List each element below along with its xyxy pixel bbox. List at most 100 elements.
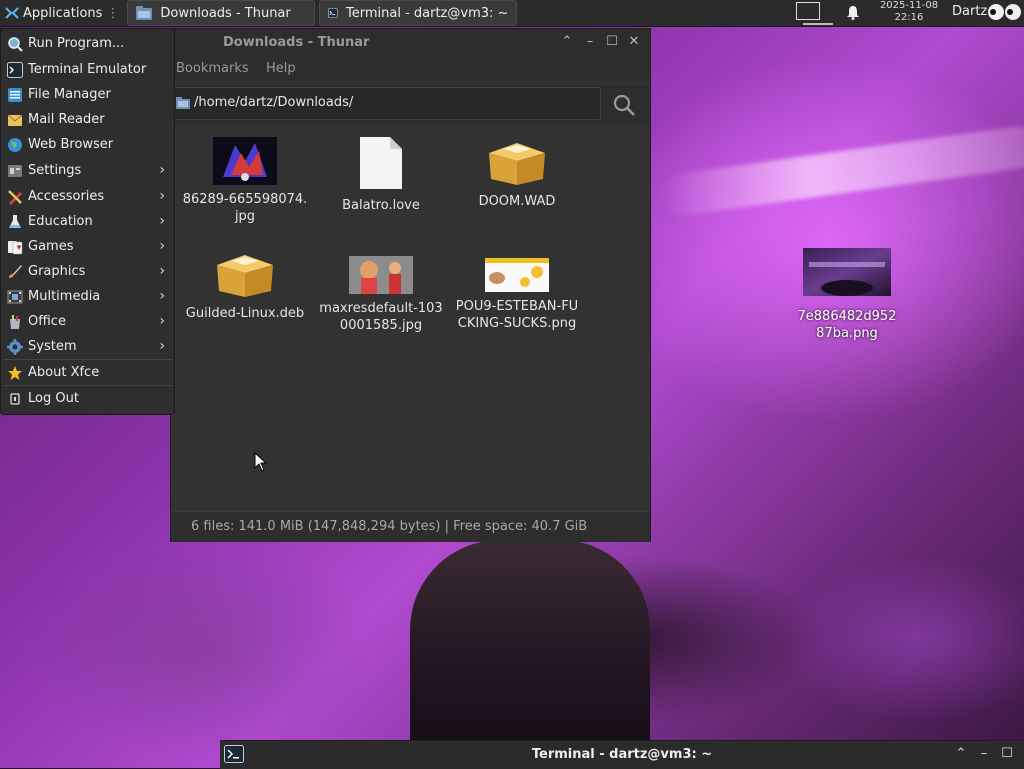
menu-item-label: File Manager xyxy=(28,87,111,102)
mail-icon xyxy=(7,114,23,126)
window-titlebar[interactable]: Downloads - Thunar ⌃ – ☐ ✕ xyxy=(171,29,650,57)
accessories-icon xyxy=(8,189,22,205)
menu-item-file-manager[interactable]: File Manager xyxy=(1,82,174,107)
close-button[interactable]: ✕ xyxy=(626,34,642,50)
menu-item-label: Settings xyxy=(28,163,82,178)
gear-icon xyxy=(7,338,23,355)
wallpaper-figure xyxy=(410,540,650,768)
settings-icon xyxy=(8,164,22,177)
star-icon xyxy=(8,365,22,380)
image-thumbnail xyxy=(803,248,891,296)
menu-item-label: Education xyxy=(28,214,93,229)
menu-item-system[interactable]: System › xyxy=(1,334,174,359)
file-item[interactable]: maxresdefault-1030001585.jpg xyxy=(317,251,445,334)
workspace-switcher[interactable] xyxy=(796,2,820,20)
minimize-button[interactable]: – xyxy=(582,34,598,50)
menu-item-label: Games xyxy=(28,239,74,254)
file-item[interactable]: Balatro.love xyxy=(317,135,445,214)
file-item[interactable]: 86289-665598074.jpg xyxy=(181,137,309,225)
file-name: 86289-665598074.jpg xyxy=(182,192,308,224)
top-panel: Applications ⋮ Downloads - Thunar Termin… xyxy=(0,0,1024,27)
terminal-icon xyxy=(7,61,23,78)
menu-help[interactable]: Help xyxy=(266,61,296,76)
menubar: Bookmarks Help xyxy=(171,57,650,81)
clock-time: 22:16 xyxy=(894,12,924,23)
submenu-arrow-icon: › xyxy=(159,313,165,329)
taskbar-item-thunar[interactable]: Downloads - Thunar xyxy=(127,0,316,26)
window-title: Downloads - Thunar xyxy=(223,35,370,50)
menu-item-log-out[interactable]: Log Out xyxy=(1,386,174,411)
menu-item-about-xfce[interactable]: About Xfce xyxy=(1,360,174,385)
minimize-button[interactable]: – xyxy=(977,747,991,761)
submenu-arrow-icon: › xyxy=(159,162,165,178)
user-name[interactable]: Dartz xyxy=(952,4,987,19)
xfce-logo-icon xyxy=(5,7,19,19)
menu-item-terminal-emulator[interactable]: Terminal Emulator xyxy=(1,57,174,82)
folder-icon xyxy=(176,97,190,109)
file-name: Guilded-Linux.deb xyxy=(185,306,305,321)
location-bar: /home/dartz/Downloads/ xyxy=(171,85,650,125)
taskbar-item-label: Terminal - dartz@vm3: ~ xyxy=(346,5,509,21)
submenu-arrow-icon: › xyxy=(159,288,165,304)
applications-menu-button[interactable]: Applications ⋮ xyxy=(0,0,123,26)
applications-label: Applications xyxy=(23,5,103,21)
notification-bell-icon[interactable] xyxy=(846,5,860,20)
shade-button[interactable]: ⌃ xyxy=(559,34,575,50)
eye-icon xyxy=(988,4,1004,20)
brush-icon xyxy=(9,264,22,278)
menu-item-multimedia[interactable]: Multimedia › xyxy=(1,284,174,309)
clock-date: 2025-11-08 xyxy=(879,0,939,11)
search-icon[interactable] xyxy=(612,93,636,117)
menu-item-mail-reader[interactable]: Mail Reader xyxy=(1,107,174,132)
file-item[interactable]: POU9-ESTEBAN-FUCKING-SUCKS.png xyxy=(453,251,581,332)
file-name: maxresdefault-1030001585.jpg xyxy=(319,301,443,333)
eye-icon xyxy=(1005,4,1021,20)
xeyes-applet xyxy=(988,4,1022,20)
location-input[interactable]: /home/dartz/Downloads/ xyxy=(171,87,601,120)
workspace-indicator xyxy=(803,23,833,25)
file-item[interactable]: DOOM.WAD xyxy=(453,139,581,210)
menu-item-label: Log Out xyxy=(28,391,79,406)
file-name: Balatro.love xyxy=(342,198,420,213)
film-icon xyxy=(7,290,23,303)
submenu-arrow-icon: › xyxy=(159,238,165,254)
image-thumbnail xyxy=(349,256,413,294)
panel-clock[interactable]: 2025-11-08 22:16 xyxy=(870,0,948,24)
logout-icon xyxy=(10,392,20,405)
submenu-arrow-icon: › xyxy=(159,338,165,354)
menu-item-label: Mail Reader xyxy=(28,112,105,127)
taskbar-item-label: Downloads - Thunar xyxy=(160,5,291,21)
menu-item-label: Web Browser xyxy=(28,137,114,152)
image-thumbnail xyxy=(485,258,549,292)
maximize-button[interactable]: ☐ xyxy=(604,34,620,50)
menu-item-label: Office xyxy=(28,314,66,329)
desktop-file-icon[interactable]: 7e886482d95287ba.png xyxy=(795,248,899,342)
cards-icon xyxy=(8,240,23,254)
menu-item-graphics[interactable]: Graphics › xyxy=(1,259,174,284)
menu-item-web-browser[interactable]: Web Browser xyxy=(1,132,174,157)
menu-item-games[interactable]: Games › xyxy=(1,234,174,259)
panel-handle-icon: ⋮ xyxy=(106,5,120,21)
folder-icon xyxy=(136,6,153,20)
shade-button[interactable]: ⌃ xyxy=(954,747,968,761)
submenu-arrow-icon: › xyxy=(159,188,165,204)
flask-icon xyxy=(9,214,21,228)
terminal-window-title: Terminal - dartz@vm3: ~ xyxy=(531,747,713,762)
submenu-arrow-icon: › xyxy=(159,213,165,229)
taskbar-item-terminal[interactable]: Terminal - dartz@vm3: ~ xyxy=(319,0,518,26)
menu-bookmarks[interactable]: Bookmarks xyxy=(176,61,249,76)
menu-item-accessories[interactable]: Accessories › xyxy=(1,184,174,209)
menu-item-education[interactable]: Education › xyxy=(1,209,174,234)
maximize-button[interactable]: ☐ xyxy=(1000,747,1014,761)
menu-item-office[interactable]: Office › xyxy=(1,309,174,334)
file-view[interactable]: 86289-665598074.jpg Balatro.love DOOM.WA… xyxy=(177,125,650,511)
terminal-window-titlebar[interactable]: Terminal - dartz@vm3: ~ ⌃ – ☐ xyxy=(220,740,1024,769)
terminal-icon xyxy=(328,8,338,18)
status-text: 6 files: 141.0 MiB (147,848,294 bytes) |… xyxy=(191,519,588,534)
menu-item-label: Run Program... xyxy=(28,36,125,51)
file-item[interactable]: Guilded-Linux.deb xyxy=(181,251,309,322)
menu-item-run-program[interactable]: Run Program... xyxy=(1,31,174,56)
menu-item-settings[interactable]: Settings › xyxy=(1,158,174,183)
menu-item-label: Terminal Emulator xyxy=(28,62,147,77)
menu-item-label: Accessories xyxy=(28,189,105,204)
